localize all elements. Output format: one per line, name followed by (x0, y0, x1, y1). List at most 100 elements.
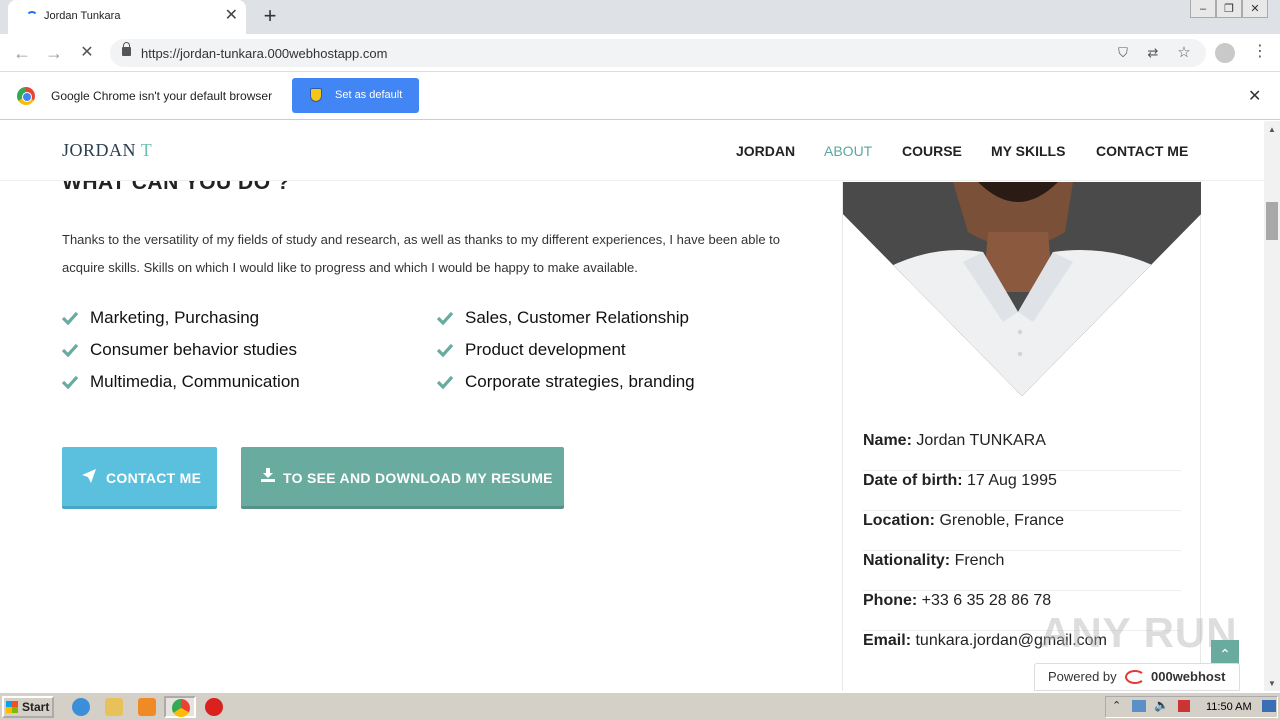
new-tab-icon[interactable]: + (258, 4, 282, 28)
forward-arrow-icon[interactable]: → (43, 42, 65, 64)
profile-location-row: Location: Grenoble, France (863, 511, 1181, 551)
skill-item: Consumer behavior studies (62, 339, 297, 361)
set-as-default-button[interactable]: Set as default (292, 78, 419, 113)
uac-shield-icon (310, 88, 322, 102)
profile-field-value: +33 6 35 28 86 78 (921, 592, 1052, 609)
skill-label: Marketing, Purchasing (90, 308, 260, 327)
chrome-logo-icon (17, 87, 35, 105)
profile-nationality-row: Nationality: French (863, 551, 1181, 591)
nav-jordan[interactable]: JORDAN (736, 143, 795, 159)
infobar-close-icon[interactable]: ✕ (1248, 86, 1261, 106)
windows-flag-icon (6, 701, 18, 713)
download-icon (261, 468, 275, 482)
internet-explorer-icon[interactable] (72, 698, 90, 716)
address-bar[interactable]: https://jordan-tunkara.000webhostapp.com… (110, 39, 1206, 67)
url-text[interactable]: https://jordan-tunkara.000webhostapp.com (141, 46, 387, 61)
logo-accent: T (140, 140, 153, 160)
profile-name-row: Name: Jordan TUNKARA (863, 431, 1181, 471)
scroll-down-icon[interactable]: ▼ (1268, 679, 1276, 688)
powered-by-badge[interactable]: Powered by 000webhost (1034, 663, 1240, 691)
profile-photo (843, 182, 1201, 398)
contact-me-label: CONTACT ME (106, 470, 202, 486)
skill-item: Marketing, Purchasing (62, 307, 259, 329)
nav-my-skills[interactable]: MY SKILLS (991, 143, 1065, 159)
skill-item: Sales, Customer Relationship (437, 307, 689, 329)
skill-label: Product development (465, 340, 626, 359)
profile-field-label: Date of birth: (863, 472, 963, 489)
contact-me-button[interactable]: CONTACT ME (62, 447, 217, 509)
webhost-brand: 000webhost (1151, 669, 1226, 684)
nav-contact-me[interactable]: CONTACT ME (1096, 143, 1188, 159)
paper-plane-icon (82, 469, 96, 483)
browser-toolbar: ← → ✕ https://jordan-tunkara.000webhosta… (0, 34, 1280, 72)
check-icon (62, 311, 78, 325)
profile-field-label: Location: (863, 512, 935, 529)
system-tray: ⌃ 🔈 (1105, 696, 1278, 718)
infobar-message: Google Chrome isn't your default browser (51, 89, 273, 103)
check-icon (437, 343, 453, 357)
translate-icon[interactable]: ⇄ (1145, 45, 1161, 61)
check-icon (437, 375, 453, 389)
start-button[interactable]: Start (2, 696, 54, 718)
opera-icon[interactable] (205, 698, 223, 716)
profile-dob-row: Date of birth: 17 Aug 1995 (863, 471, 1181, 511)
taskbar-clock[interactable]: 11:50 AM (1206, 701, 1252, 713)
browser-tab-strip: Jordan Tunkara ✕ + – ❐ ✕ (0, 0, 1280, 34)
nav-course[interactable]: COURSE (902, 143, 962, 159)
profile-field-label: Name: (863, 432, 912, 449)
nav-about[interactable]: ABOUT (824, 143, 872, 159)
media-player-icon[interactable] (138, 698, 156, 716)
webhost-logo-icon (1125, 670, 1145, 684)
tray-expand-icon[interactable]: ⌃ (1112, 699, 1121, 712)
site-logo[interactable]: JORDAN T (62, 140, 152, 161)
bookmark-star-icon[interactable]: ☆ (1176, 45, 1192, 61)
profile-field-value: French (954, 552, 1005, 569)
chrome-taskbar-button[interactable] (164, 696, 196, 718)
check-icon (62, 343, 78, 357)
show-desktop-icon[interactable] (1262, 700, 1276, 712)
logo-text: JORDAN (62, 140, 137, 160)
network-icon[interactable] (1132, 700, 1146, 712)
profile-avatar-icon[interactable] (1215, 43, 1235, 63)
start-label: Start (22, 700, 50, 714)
skill-item: Product development (437, 339, 626, 361)
security-alert-icon[interactable] (1178, 700, 1190, 712)
scrollbar-thumb[interactable] (1266, 202, 1278, 240)
loading-spinner-icon (26, 11, 38, 23)
tab-title: Jordan Tunkara (44, 10, 121, 22)
file-explorer-icon[interactable] (105, 698, 123, 716)
profile-field-label: Nationality: (863, 552, 951, 569)
check-icon (437, 311, 453, 325)
window-controls: – ❐ ✕ (1190, 0, 1268, 20)
scroll-up-icon[interactable]: ▲ (1268, 125, 1276, 134)
download-resume-label: TO SEE AND DOWNLOAD MY RESUME (283, 470, 553, 486)
profile-field-value: Grenoble, France (939, 512, 1064, 529)
site-header: JORDAN T JORDAN ABOUT COURSE MY SKILLS C… (0, 121, 1264, 181)
skill-item: Corporate strategies, branding (437, 371, 695, 393)
download-resume-button[interactable]: TO SEE AND DOWNLOAD MY RESUME (241, 447, 564, 509)
profile-field-label: Phone: (863, 592, 918, 609)
chrome-menu-icon[interactable]: ⋮ (1252, 42, 1268, 62)
browser-tab[interactable]: Jordan Tunkara ✕ (8, 0, 246, 34)
intro-paragraph: Thanks to the versatility of my fields o… (62, 232, 781, 275)
chrome-icon (172, 699, 190, 717)
profile-field-value: Jordan TUNKARA (916, 432, 1046, 449)
page-scrollbar[interactable]: ▲ ▼ (1264, 121, 1280, 691)
windows-taskbar: Start ⌃ 🔈 11:50 AM (0, 692, 1280, 720)
minimize-icon[interactable]: – (1190, 0, 1216, 18)
volume-icon[interactable]: 🔈 (1154, 698, 1169, 712)
window-close-icon[interactable]: ✕ (1242, 0, 1268, 18)
profile-field-value: 17 Aug 1995 (967, 472, 1057, 489)
stop-loading-icon[interactable]: ✕ (76, 42, 98, 64)
back-arrow-icon[interactable]: ← (11, 42, 33, 64)
skill-item: Multimedia, Communication (62, 371, 300, 393)
blocked-content-icon[interactable]: ⛉ (1115, 45, 1131, 61)
lock-icon (122, 42, 131, 56)
skill-label: Corporate strategies, branding (465, 372, 695, 391)
close-tab-icon[interactable]: ✕ (225, 7, 238, 25)
powered-by-label: Powered by (1048, 669, 1117, 684)
page-viewport: WHAT CAN YOU DO ? Thanks to the versatil… (0, 121, 1264, 691)
skill-label: Sales, Customer Relationship (465, 308, 689, 327)
restore-icon[interactable]: ❐ (1216, 0, 1242, 18)
skill-label: Consumer behavior studies (90, 340, 297, 359)
